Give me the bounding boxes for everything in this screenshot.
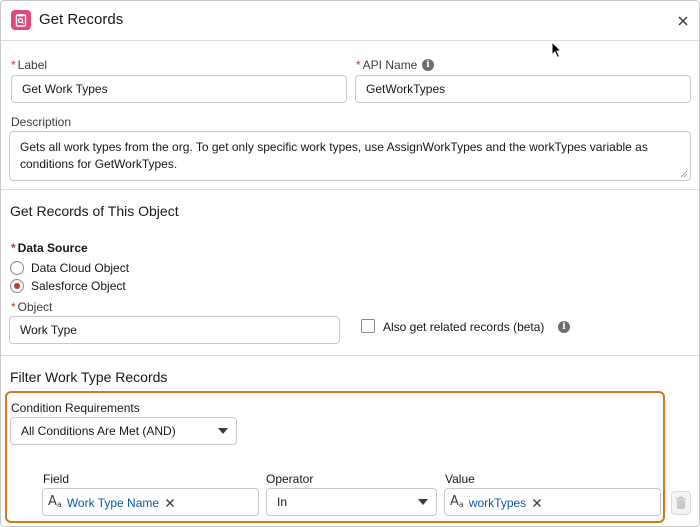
modal-header: Get Records xyxy=(1,1,699,41)
description-text: Gets all work types from the org. To get… xyxy=(20,140,648,171)
value-column-header: Value xyxy=(445,472,475,486)
related-records-checkbox[interactable] xyxy=(361,319,375,333)
object-input[interactable]: Work Type xyxy=(9,316,340,344)
cursor-icon xyxy=(551,40,563,62)
trash-icon xyxy=(676,496,686,509)
clipboard-icon xyxy=(11,10,31,30)
related-records-label: Also get related records (beta) xyxy=(383,320,545,334)
condition-requirements-label: Condition Requirements xyxy=(11,401,140,415)
info-icon[interactable]: i xyxy=(422,59,434,71)
operator-select-value: In xyxy=(277,495,288,509)
section-divider xyxy=(1,355,699,356)
field-pill-label: Work Type Name xyxy=(66,496,160,510)
description-textarea[interactable]: Gets all work types from the org. To get… xyxy=(9,131,691,181)
clear-icon[interactable] xyxy=(165,498,175,508)
object-label: * Object xyxy=(11,300,53,314)
description-label: Description xyxy=(11,115,72,129)
radio-button[interactable] xyxy=(10,261,24,275)
label-field-label: * Label xyxy=(11,58,48,72)
value-pill-label: workTypes xyxy=(468,496,527,510)
radio-data-cloud-object[interactable]: Data Cloud Object xyxy=(10,260,129,276)
section-divider xyxy=(1,189,699,190)
delete-condition-button[interactable] xyxy=(671,491,691,515)
get-records-modal: Get Records * Label Get Work Types * API N… xyxy=(0,0,700,527)
condition-select-value: All Conditions Are Met (AND) xyxy=(21,424,176,438)
text-type-icon: Aa xyxy=(48,493,62,509)
info-icon[interactable]: i xyxy=(558,321,570,333)
label-input[interactable]: Get Work Types xyxy=(11,75,347,103)
text-type-icon: Aa xyxy=(450,493,464,509)
value-pill[interactable]: Aa workTypes xyxy=(450,494,542,512)
radio-label: Salesforce Object xyxy=(31,279,126,293)
api-name-input[interactable]: GetWorkTypes xyxy=(355,75,691,103)
clear-icon[interactable] xyxy=(532,498,542,508)
resize-grip-icon[interactable] xyxy=(680,170,688,178)
field-column-header: Field xyxy=(43,472,70,486)
chevron-down-icon xyxy=(218,428,228,434)
filter-section-title: Filter Work Type Records xyxy=(10,369,168,385)
chevron-down-icon xyxy=(418,499,428,505)
condition-requirements-select[interactable]: All Conditions Are Met (AND) xyxy=(10,417,237,445)
field-input[interactable]: Aa Work Type Name xyxy=(42,488,259,516)
value-input[interactable]: Aa workTypes xyxy=(444,488,661,516)
radio-label: Data Cloud Object xyxy=(31,261,130,275)
radio-button-selected[interactable] xyxy=(10,279,24,293)
operator-column-header: Operator xyxy=(266,472,314,486)
field-pill[interactable]: Aa Work Type Name xyxy=(48,494,175,512)
operator-select[interactable]: In xyxy=(266,488,437,516)
modal-title: Get Records xyxy=(39,11,124,28)
object-section-title: Get Records of This Object xyxy=(10,203,179,219)
data-source-label: * Data Source xyxy=(11,241,88,255)
api-name-field-label: * API Name xyxy=(356,58,418,72)
radio-salesforce-object[interactable]: Salesforce Object xyxy=(10,278,126,294)
close-icon[interactable] xyxy=(673,11,693,31)
